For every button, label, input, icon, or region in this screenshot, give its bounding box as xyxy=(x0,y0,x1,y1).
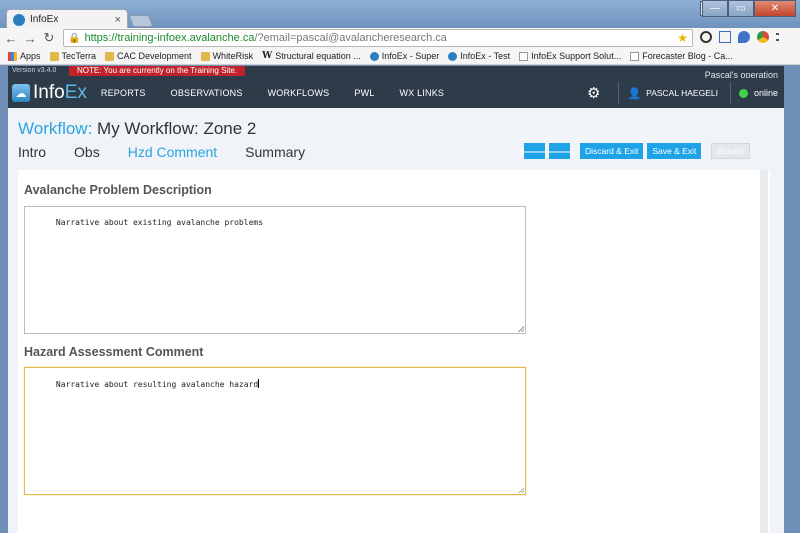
bookmark-label: InfoEx - Super xyxy=(381,51,440,61)
resize-grip-icon[interactable] xyxy=(518,326,524,332)
bookmark-item[interactable]: Apps xyxy=(8,51,41,61)
tab-hzd-comment[interactable]: Hzd Comment xyxy=(128,144,217,160)
avalanche-problem-text: Narrative about existing avalanche probl… xyxy=(55,218,264,227)
bookmark-item[interactable]: InfoEx - Test xyxy=(448,51,510,61)
document-icon xyxy=(630,51,640,61)
extension-crop-icon[interactable] xyxy=(719,31,731,43)
bookmark-item[interactable]: InfoEx - Super xyxy=(369,51,440,61)
workflow-tabs: Intro Obs Hzd Comment Summary xyxy=(18,144,333,160)
bookmark-item[interactable]: W Structural equation ... xyxy=(262,51,361,61)
avalanche-problem-textarea[interactable]: Narrative about existing avalanche probl… xyxy=(24,206,526,334)
user-icon: 👤 xyxy=(627,87,642,100)
workflow-label: Workflow: xyxy=(18,119,93,138)
hazard-assessment-heading: Hazard Assessment Comment xyxy=(24,345,204,359)
hazard-assessment-textarea[interactable]: Narrative about resulting avalanche haza… xyxy=(24,367,526,495)
bookmarks-bar: Apps TecTerra CAC Development WhiteRisk W Str… xyxy=(0,48,800,65)
form-panel: Avalanche Problem Description Narrative … xyxy=(18,170,770,533)
new-tab-button[interactable] xyxy=(128,15,154,27)
window-controls: — ▭ ✕ xyxy=(702,0,796,17)
browser-tab[interactable]: InfoEx × xyxy=(6,9,128,29)
gear-icon[interactable]: ⚙ xyxy=(587,84,600,102)
bookmark-item[interactable]: Forecaster Blog - Ca... xyxy=(630,51,733,61)
apps-icon xyxy=(8,51,17,61)
connection-status: online xyxy=(731,88,784,98)
workflow-actions: 🡐 🡒 Discard & Exit Save & Exit Submit xyxy=(518,143,750,159)
bookmark-star-icon[interactable]: ★ xyxy=(677,31,688,45)
logo-text: InfoEx xyxy=(33,82,87,103)
browser-toolbar: ← → ↻ 🔒 https://training-infoex.avalanch… xyxy=(0,28,800,48)
infoex-logo[interactable]: ☁ InfoEx xyxy=(12,82,87,104)
page-scrollbar[interactable] xyxy=(760,170,768,533)
minimize-icon[interactable]: — xyxy=(702,0,728,17)
app-top-strip: Version v3.4.0 NOTE: You are currently o… xyxy=(8,66,784,80)
next-step-button[interactable]: 🡒 xyxy=(543,143,576,159)
nav-reports[interactable]: REPORTS xyxy=(101,88,146,98)
hazard-assessment-text: Narrative about resulting avalanche haza… xyxy=(55,380,259,389)
maximize-icon[interactable]: ▭ xyxy=(728,0,754,17)
bookmark-label: Forecaster Blog - Ca... xyxy=(642,51,733,61)
page-title: Workflow: My Workflow: Zone 2 xyxy=(18,119,256,139)
text-caret xyxy=(258,379,260,388)
bookmark-label: WhiteRisk xyxy=(212,51,254,61)
version-label: Version v3.4.0 xyxy=(12,67,57,74)
user-name: PASCAL HAEGELI xyxy=(646,88,718,98)
address-bar[interactable]: 🔒 https://training-infoex.avalanche.ca/?… xyxy=(63,29,693,47)
bookmark-label: Apps xyxy=(20,51,41,61)
previous-step-button[interactable]: 🡐 xyxy=(518,143,551,159)
main-navbar: ☁ InfoEx REPORTS OBSERVATIONS WORKFLOWS … xyxy=(8,78,784,108)
tab-close-icon[interactable]: × xyxy=(115,14,121,26)
avalanche-problem-heading: Avalanche Problem Description xyxy=(24,183,212,197)
online-dot-icon xyxy=(738,88,748,98)
bookmark-item[interactable]: CAC Development xyxy=(105,51,192,61)
bookmark-item[interactable]: WhiteRisk xyxy=(200,51,254,61)
workflow-name: My Workflow: Zone 2 xyxy=(97,119,257,138)
infoex-logo-icon: ☁ xyxy=(12,84,30,102)
infoex-app: Version v3.4.0 NOTE: You are currently o… xyxy=(8,66,784,533)
bookmark-item[interactable]: InfoEx Support Solut... xyxy=(519,51,621,61)
nav-wx-links[interactable]: WX LINKS xyxy=(399,88,444,98)
folder-icon xyxy=(200,51,210,61)
status-label: online xyxy=(753,88,778,98)
browser-titlebar: InfoEx × — ▭ ✕ xyxy=(0,0,800,29)
training-notice: NOTE: You are currently on the Training … xyxy=(69,66,246,76)
extension-drop-icon[interactable] xyxy=(738,31,750,43)
url-path: /?email=pascal@avalancheresearch.ca xyxy=(254,32,447,44)
extension-chrome-icon[interactable] xyxy=(757,31,769,43)
navbar-right: ⚙ 👤 PASCAL HAEGELI online xyxy=(587,78,784,108)
bookmark-label: InfoEx - Test xyxy=(460,51,511,61)
reload-icon[interactable]: ↻ xyxy=(41,30,57,46)
folder-icon xyxy=(105,51,115,61)
url-host: https://training-infoex.avalanche.ca xyxy=(84,32,255,44)
extension-icons xyxy=(700,31,779,43)
forward-icon[interactable]: → xyxy=(22,31,38,46)
nav-workflows[interactable]: WORKFLOWS xyxy=(268,88,330,98)
lock-icon: 🔒 xyxy=(68,32,81,44)
bookmark-label: TecTerra xyxy=(61,51,97,61)
resize-grip-icon[interactable] xyxy=(518,487,524,493)
tab-obs[interactable]: Obs xyxy=(74,144,100,160)
nav-pwl[interactable]: PWL xyxy=(354,88,374,98)
menu-icon[interactable] xyxy=(776,33,779,41)
discard-exit-button[interactable]: Discard & Exit xyxy=(580,143,644,159)
infoex-favicon-icon xyxy=(13,13,25,26)
back-icon[interactable]: ← xyxy=(3,31,19,46)
bookmark-label: InfoEx Support Solut... xyxy=(531,51,622,61)
bookmark-label: CAC Development xyxy=(117,51,192,61)
submit-button[interactable]: Submit xyxy=(711,143,750,159)
tab-summary[interactable]: Summary xyxy=(245,144,305,160)
document-icon xyxy=(519,51,529,61)
infoex-icon xyxy=(448,51,458,61)
save-exit-button[interactable]: Save & Exit xyxy=(647,143,702,159)
nav-observations[interactable]: OBSERVATIONS xyxy=(171,88,243,98)
user-menu[interactable]: 👤 PASCAL HAEGELI xyxy=(619,87,730,100)
bookmark-label: Structural equation ... xyxy=(275,51,361,61)
extension-c-icon[interactable] xyxy=(700,31,712,43)
tab-title: InfoEx xyxy=(30,14,59,25)
close-window-icon[interactable]: ✕ xyxy=(754,0,796,17)
folder-icon xyxy=(49,51,59,61)
tab-intro[interactable]: Intro xyxy=(18,144,46,160)
infoex-icon xyxy=(369,51,379,61)
bookmark-item[interactable]: TecTerra xyxy=(49,51,97,61)
wikipedia-icon: W xyxy=(262,51,273,61)
